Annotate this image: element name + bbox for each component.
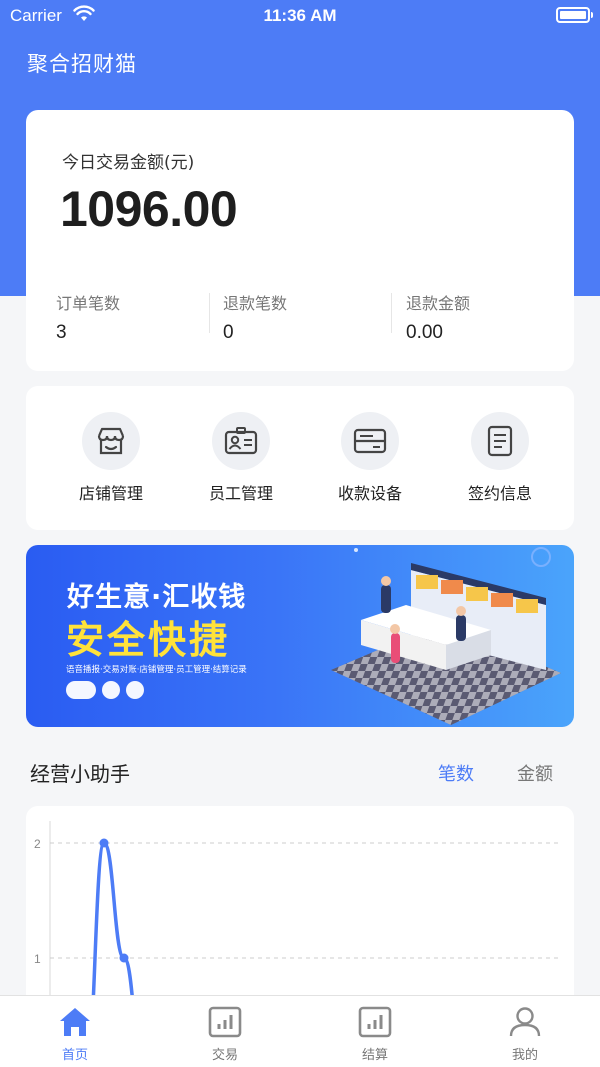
bottom-tab-bar: 首页 交易 结算 我的 (0, 995, 600, 1067)
tab-transactions[interactable]: 交易 (175, 1006, 275, 1063)
shop-counter-illustration (331, 547, 561, 725)
stat-value: 0 (223, 322, 234, 343)
y-tick-label: 1 (34, 952, 41, 966)
tab-label: 首页 (61, 1048, 88, 1063)
line-chart: 12 (34, 821, 560, 1006)
user-icon (509, 1007, 541, 1037)
quick-menu: 店铺管理 员工管理 收款设备 签约信息 (26, 386, 574, 530)
stat-label: 订单笔数 (56, 294, 121, 313)
menu-label: 签约信息 (467, 484, 532, 503)
tab-label: 结算 (361, 1048, 388, 1063)
menu-label: 收款设备 (337, 484, 402, 503)
app-title: 聚合招财猫 (27, 52, 137, 76)
assistant-title: 经营小助手 (30, 762, 130, 786)
tab-settlement[interactable]: 结算 (325, 1006, 425, 1063)
refund-count-stat[interactable]: 退款笔数 0 (223, 290, 287, 344)
id-card-icon (212, 412, 270, 470)
menu-label: 员工管理 (208, 484, 273, 503)
data-point[interactable] (119, 953, 129, 963)
tab-count[interactable]: 笔数 (438, 760, 474, 786)
tab-profile[interactable]: 我的 (475, 1006, 575, 1063)
device-icon (341, 412, 399, 470)
tab-label: 交易 (211, 1048, 238, 1063)
business-chart: 12 (26, 806, 574, 1006)
y-tick-label: 2 (34, 837, 41, 851)
tab-home[interactable]: 首页 (25, 1006, 125, 1063)
staff-management-button[interactable]: 员工管理 (176, 412, 306, 504)
stat-value: 0.00 (406, 322, 443, 343)
status-bar: Carrier 11:36 AM (0, 0, 600, 32)
bar-chart-icon (358, 1006, 392, 1038)
menu-label: 店铺管理 (78, 484, 143, 503)
refund-amount-stat[interactable]: 退款金额 0.00 (406, 290, 470, 344)
today-amount-value: 1096.00 (60, 181, 238, 237)
stat-label: 退款笔数 (223, 294, 288, 313)
battery-icon (556, 7, 593, 23)
store-icon (82, 412, 140, 470)
series-line (91, 841, 135, 1006)
divider (209, 293, 210, 333)
home-icon (60, 1008, 90, 1036)
today-summary-card: 今日交易金额(元) 1096.00 订单笔数 3 退款笔数 0 退款金额 0.0… (26, 110, 574, 371)
stat-value: 3 (56, 322, 67, 343)
tab-amount[interactable]: 金额 (517, 760, 553, 786)
today-amount-label: 今日交易金额(元) (62, 153, 195, 173)
document-icon (471, 412, 529, 470)
stat-label: 退款金额 (406, 294, 471, 313)
promo-banner[interactable]: 好生意·汇收钱 安全快捷 语音播报·交易对账·店铺管理·员工管理·结算记录 (26, 545, 574, 727)
tab-label: 我的 (511, 1048, 538, 1063)
order-count-stat[interactable]: 订单笔数 3 (56, 290, 120, 344)
store-management-button[interactable]: 店铺管理 (46, 412, 176, 504)
contract-info-button[interactable]: 签约信息 (435, 412, 565, 504)
payment-device-button[interactable]: 收款设备 (305, 412, 435, 504)
data-point[interactable] (99, 838, 109, 848)
clock: 11:36 AM (263, 6, 337, 25)
divider (391, 293, 392, 333)
bar-chart-icon (208, 1006, 242, 1038)
